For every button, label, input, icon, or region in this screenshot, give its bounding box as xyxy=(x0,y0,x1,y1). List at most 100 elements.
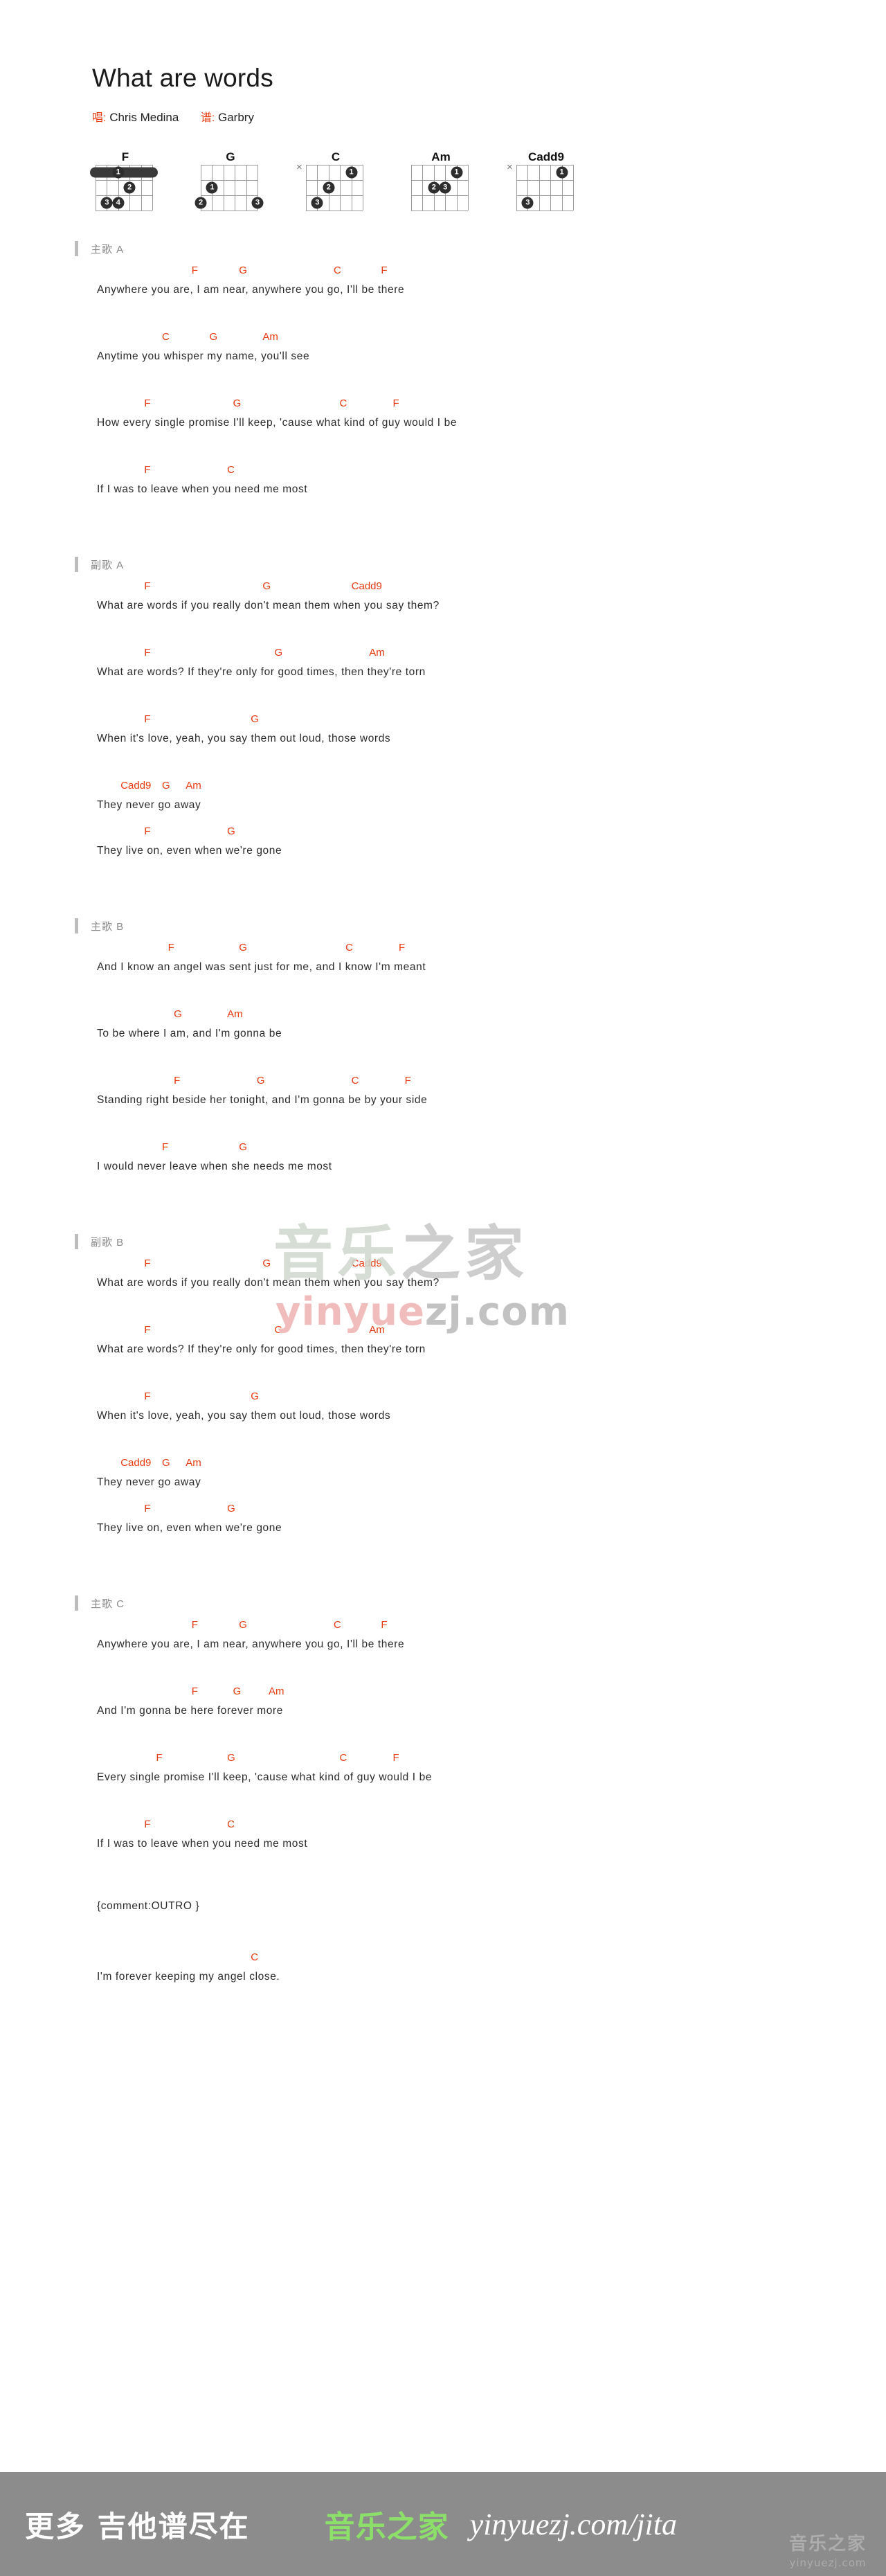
string-line xyxy=(516,165,517,211)
chord-label: G xyxy=(251,1390,259,1402)
lyric-text: If I was to leave when you need me most xyxy=(97,483,308,495)
page-title: What are words xyxy=(92,64,273,92)
chord-diagram-name: G xyxy=(226,150,235,163)
chord-label: C xyxy=(227,1818,235,1830)
chord-row: FGCF xyxy=(97,942,886,957)
chord-label: Am xyxy=(227,1008,243,1020)
string-line xyxy=(411,165,412,211)
lyric-line: {comment:OUTRO } xyxy=(97,1885,886,1951)
section-header: 主歌 B xyxy=(0,892,886,933)
chord-label: F xyxy=(404,1075,411,1086)
string-line xyxy=(422,165,424,211)
chord-row: FG xyxy=(97,1390,886,1406)
chord-label: F xyxy=(191,1685,198,1697)
section-label: 主歌 C xyxy=(91,1598,125,1610)
chord-row: FG xyxy=(97,825,886,841)
byline: 唱: Chris Medina 谱: Garbry xyxy=(0,93,886,125)
finger-dot: 3 xyxy=(311,197,323,209)
chord-grid: 123 xyxy=(306,165,363,211)
chord-row: FG xyxy=(97,1503,886,1518)
string-line xyxy=(539,165,540,211)
lyric-line: F C If I was to leave when you need me mos… xyxy=(97,464,886,530)
chord-row: F G Am xyxy=(97,1324,886,1339)
chord-label: G xyxy=(233,397,242,409)
lyric-line: F G C F Anywhere you are, I am near, anywher… xyxy=(97,265,886,331)
section-label: 副歌 A xyxy=(91,559,125,571)
song-section: 副歌 B F G Cadd9 What are words if you really … xyxy=(0,1208,886,1569)
fret-line xyxy=(516,165,573,166)
chord-row: FC xyxy=(97,1818,886,1834)
string-line xyxy=(573,165,574,211)
chord-label: G xyxy=(227,1752,235,1764)
chord-label: F xyxy=(168,942,174,954)
chord-label: G xyxy=(239,942,247,954)
song-sections: 主歌 A F G C F Anywhere you are, I am near, any… xyxy=(0,215,886,2018)
lyric-line: F C If I was to leave when you need me mos… xyxy=(97,1818,886,1885)
chord-grid: 123 xyxy=(195,165,264,211)
finger-dot: 1 xyxy=(345,166,358,179)
chord-diagram-f: F 1 234 xyxy=(83,150,161,215)
chord-label: C xyxy=(345,942,353,954)
chord-label: G xyxy=(251,713,259,725)
chord-label: C xyxy=(334,1619,341,1631)
lyric-text: What are words? If they're only for good… xyxy=(97,666,426,678)
finger-dot: 4 xyxy=(112,197,125,209)
finger-dot: 2 xyxy=(323,181,335,194)
song-section: 主歌 A F G C F Anywhere you are, I am near, any… xyxy=(0,215,886,530)
chord-label: Am xyxy=(262,331,278,343)
footer-url[interactable]: yinyuezj.com/jita xyxy=(470,2507,677,2542)
fret-line xyxy=(201,165,257,166)
chord-label: G xyxy=(227,825,235,837)
chord-label: Cadd9 xyxy=(120,780,152,791)
song-section: 副歌 A F G Cadd9 What are words if you really … xyxy=(0,530,886,892)
section-header: 副歌 B xyxy=(0,1208,886,1249)
footer-logo-cn: 音乐之家 xyxy=(788,2534,867,2555)
string-line xyxy=(468,165,469,211)
chord-label: C xyxy=(339,397,347,409)
fret-line xyxy=(306,165,363,166)
chord-diagram-name: C xyxy=(331,150,341,163)
singer-label: 唱: xyxy=(92,112,107,124)
chord-row: F G Am xyxy=(97,647,886,662)
chord-row: FGCF xyxy=(97,1619,886,1634)
chord-label: G xyxy=(274,647,283,659)
chord-row: Cadd9 G Am xyxy=(97,1457,886,1472)
chord-label: F xyxy=(144,464,151,476)
chord-label: Am xyxy=(268,1685,284,1697)
chord-diagram-row: F 1 2 3 4 G 1 2 3 C × 1 2 3 Am 1 2 3 Cadd9 × 1 3 xyxy=(0,125,886,215)
muted-string-icon: × xyxy=(296,161,302,173)
chord-label: Cadd9 xyxy=(351,580,382,592)
comment-text: {comment:OUTRO } xyxy=(97,1900,200,1912)
chord-row: Cadd9 G Am xyxy=(97,780,886,795)
chord-row: F G Cadd9 xyxy=(97,1258,886,1273)
section-lines: F G C F Anywhere you are, I am near, anywher… xyxy=(0,1611,886,2018)
section-header: 主歌 C xyxy=(0,1569,886,1611)
fret-line xyxy=(201,195,257,196)
section-header: 主歌 A xyxy=(0,215,886,256)
chord-label: C xyxy=(334,265,341,276)
lyric-line: G Am To be where I am, and I'm gonna be xyxy=(97,1008,886,1075)
chord-label: C xyxy=(227,464,235,476)
lyric-line: F G Am What are words? If they're only for … xyxy=(97,647,886,713)
transcriber-name: Garbry xyxy=(218,111,254,124)
chord-label: G xyxy=(162,1457,170,1469)
chord-label: F xyxy=(191,265,198,276)
finger-dot: 2 xyxy=(195,197,207,209)
chord-label: C xyxy=(251,1951,259,1963)
chord-label: F xyxy=(156,1752,163,1764)
lyric-text: And I'm gonna be here forever more xyxy=(97,1705,283,1717)
section-lines: F G C F Anywhere you are, I am near, anywher… xyxy=(0,256,886,530)
chord-label: F xyxy=(162,1141,169,1153)
chord-row xyxy=(97,1885,886,1900)
fret-line xyxy=(96,195,152,196)
chord-label: G xyxy=(227,1503,235,1514)
chord-label: F xyxy=(144,647,151,659)
chord-diagram-cadd9: Cadd9 × 1 3 xyxy=(504,150,581,215)
lyric-text: When it's love, yeah, you say them out l… xyxy=(97,733,391,744)
lyric-line: F G When it's love, yeah, you say them out… xyxy=(97,1390,886,1457)
chord-label: Am xyxy=(186,1457,201,1469)
chord-label: G xyxy=(274,1324,283,1336)
chord-label: F xyxy=(144,397,151,409)
lyric-text: To be where I am, and I'm gonna be xyxy=(97,1028,282,1039)
lyric-text: When it's love, yeah, you say them out l… xyxy=(97,1410,391,1422)
